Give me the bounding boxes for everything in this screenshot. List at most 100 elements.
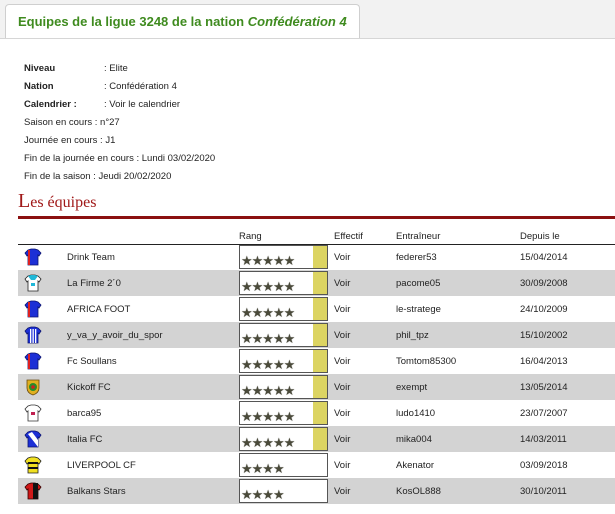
rank-fill	[313, 272, 327, 294]
coach-name[interactable]: phil_tpz	[396, 330, 429, 341]
coach-name[interactable]: KosOL888	[396, 486, 441, 497]
team-name[interactable]: Drink Team	[67, 252, 115, 263]
nation-value: : Confédération 4	[104, 81, 177, 92]
rank-bar: ★★★★	[239, 453, 328, 477]
effectif-link[interactable]: Voir	[334, 486, 350, 497]
rank-bar: ★★★★★	[239, 297, 328, 321]
rank-fill	[313, 402, 327, 424]
rank-bar: ★★★★★	[239, 245, 328, 269]
table-row: AFRICA FOOT ★★★★★ Voir le-stratege 24/10/200…	[18, 296, 615, 322]
rank-stars: ★★★★★	[241, 357, 295, 372]
league-info: Niveau: Elite Nation: Confédération 4 Ca…	[24, 60, 215, 186]
table-row: Kickoff FC ★★★★★ Voir exempt 13/05/2014	[18, 374, 615, 400]
rank-fill	[313, 428, 327, 450]
section-title: Les équipes	[18, 190, 96, 213]
effectif-link[interactable]: Voir	[334, 304, 350, 315]
since-date: 13/05/2014	[520, 382, 568, 393]
white-shirt-icon	[24, 404, 42, 422]
table-row: barca95 ★★★★★ Voir ludo1410 23/07/2007	[18, 400, 615, 426]
yellow-shirt-icon	[24, 456, 42, 474]
coach-name[interactable]: le-stratege	[396, 304, 441, 315]
effectif-link[interactable]: Voir	[334, 252, 350, 263]
saison-text: Saison en cours : n°27	[24, 117, 120, 128]
team-name[interactable]: Fc Soullans	[67, 356, 117, 367]
rank-bar: ★★★★★	[239, 401, 328, 425]
coach-name[interactable]: federer53	[396, 252, 437, 263]
rank-bar: ★★★★★	[239, 271, 328, 295]
team-name[interactable]: Kickoff FC	[67, 382, 111, 393]
table-row: Balkans Stars ★★★★ Voir KosOL888 30/10/2011	[18, 478, 615, 504]
rank-fill	[313, 324, 327, 346]
header-depuis: Depuis le	[520, 231, 560, 242]
team-name[interactable]: y_va_y_avoir_du_spor	[67, 330, 163, 341]
rank-fill	[313, 350, 327, 372]
team-name[interactable]: LIVERPOOL CF	[67, 460, 136, 471]
blue-shirt-icon	[24, 300, 42, 318]
rank-stars: ★★★★★	[241, 305, 295, 320]
blue-shirt-icon	[24, 248, 42, 266]
niveau-value: : Elite	[104, 63, 128, 74]
nation-label: Nation	[24, 81, 54, 92]
coach-name[interactable]: ludo1410	[396, 408, 435, 419]
since-date: 23/07/2007	[520, 408, 568, 419]
since-date: 30/10/2011	[520, 486, 567, 497]
rank-stars: ★★★★	[241, 461, 285, 476]
header-rang: Rang	[239, 231, 262, 242]
since-date: 15/04/2014	[520, 252, 568, 263]
coach-name[interactable]: Tomtom85300	[396, 356, 456, 367]
red-black-shirt-icon	[24, 482, 42, 500]
effectif-link[interactable]: Voir	[334, 356, 350, 367]
tab-title: Equipes de la ligue 3248 de la nation	[18, 14, 248, 29]
effectif-link[interactable]: Voir	[334, 434, 350, 445]
team-name[interactable]: barca95	[67, 408, 101, 419]
since-date: 03/09/2018	[520, 460, 568, 471]
section-divider	[18, 216, 615, 219]
striped-shirt-icon	[24, 326, 42, 344]
rank-fill	[313, 298, 327, 320]
team-name[interactable]: AFRICA FOOT	[67, 304, 130, 315]
effectif-link[interactable]: Voir	[334, 382, 350, 393]
effectif-link[interactable]: Voir	[334, 278, 350, 289]
blue-shirt-icon	[24, 352, 42, 370]
header-effectif: Effectif	[334, 231, 363, 242]
effectif-link[interactable]: Voir	[334, 460, 350, 471]
fin-saison-text: Fin de la saison : Jeudi 20/02/2020	[24, 171, 172, 182]
header-entraineur: Entraîneur	[396, 231, 441, 242]
table-row: Drink Team ★★★★★ Voir federer53 15/04/2014	[18, 244, 615, 270]
rank-fill	[313, 246, 327, 268]
rank-bar: ★★★★★	[239, 323, 328, 347]
tab-league-teams[interactable]: Equipes de la ligue 3248 de la nation Co…	[5, 4, 360, 38]
section-title-initial: L	[18, 190, 31, 212]
coach-name[interactable]: Akenator	[396, 460, 434, 471]
section-title-rest: es équipes	[30, 194, 97, 211]
coach-name[interactable]: mika004	[396, 434, 432, 445]
teams-table-header: Rang Effectif Entraîneur Depuis le	[18, 228, 615, 245]
calendar-link[interactable]: : Voir le calendrier	[104, 99, 180, 110]
fin-journee-text: Fin de la journée en cours : Lundi 03/02…	[24, 153, 216, 164]
rank-bar: ★★★★★	[239, 375, 328, 399]
niveau-label: Niveau	[24, 63, 56, 74]
team-name[interactable]: La Firme 2´0	[67, 278, 121, 289]
effectif-link[interactable]: Voir	[334, 330, 350, 341]
cyan-shirt-icon	[24, 274, 42, 292]
since-date: 15/10/2002	[520, 330, 568, 341]
table-row: La Firme 2´0 ★★★★★ Voir pacome05 30/09/2008	[18, 270, 615, 296]
rank-stars: ★★★★	[241, 487, 285, 502]
rank-stars: ★★★★★	[241, 331, 295, 346]
since-date: 30/09/2008	[520, 278, 568, 289]
team-name[interactable]: Italia FC	[67, 434, 102, 445]
tab-title-nation: Confédération 4	[247, 14, 347, 29]
rank-fill	[313, 376, 327, 398]
coach-name[interactable]: exempt	[396, 382, 427, 393]
blue-white-shirt-icon	[24, 430, 42, 448]
rank-stars: ★★★★★	[241, 383, 295, 398]
table-row: y_va_y_avoir_du_spor ★★★★★ Voir phil_tpz 15/…	[18, 322, 615, 348]
effectif-link[interactable]: Voir	[334, 408, 350, 419]
tab-bar: Equipes de la ligue 3248 de la nation Co…	[0, 0, 615, 39]
journee-text: Journée en cours : J1	[24, 135, 116, 146]
table-row: LIVERPOOL CF ★★★★ Voir Akenator 03/09/2018	[18, 452, 615, 478]
coach-name[interactable]: pacome05	[396, 278, 440, 289]
table-row: Italia FC ★★★★★ Voir mika004 14/03/2011	[18, 426, 615, 452]
since-date: 24/10/2009	[520, 304, 568, 315]
team-name[interactable]: Balkans Stars	[67, 486, 126, 497]
